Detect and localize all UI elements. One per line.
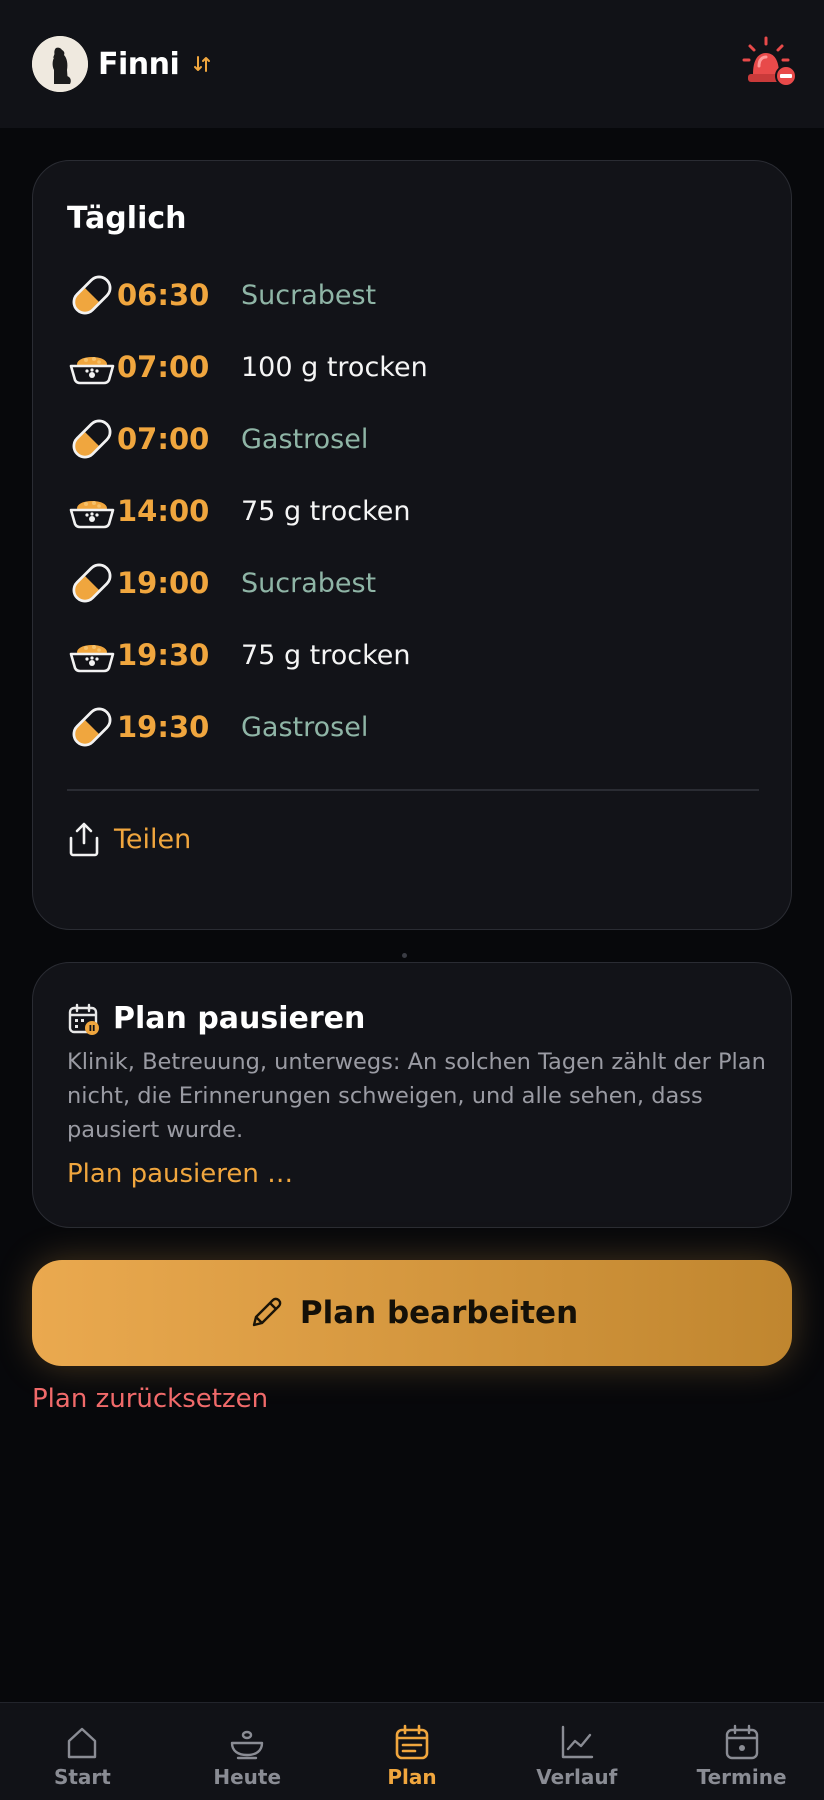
schedule-time: 06:30 [117,278,210,312]
nav-label: Plan [387,1765,437,1789]
nav-label: Termine [696,1765,787,1789]
schedule-label: 100 g trocken [241,351,428,383]
home-icon [68,1727,97,1759]
schedule-time: 19:30 [117,638,210,672]
pause-plan-link[interactable]: Plan pausieren … [67,1159,293,1189]
schedule-time: 19:30 [117,710,210,744]
bowl-icon [230,1730,264,1760]
schedule-label: Sucrabest [241,567,377,599]
edit-plan-button[interactable]: Plan bearbeiten [32,1260,792,1366]
pet-avatar[interactable] [32,36,88,92]
schedule-row[interactable]: 06:30 Sucrabest [67,259,767,331]
pet-name[interactable]: Finni [98,47,180,82]
schedule-row[interactable]: 07:00 Gastrosel [67,403,767,475]
calendar-pause-icon [68,1003,99,1035]
share-button[interactable]: Teilen [67,821,191,857]
pause-title: Plan pausieren [113,1001,366,1036]
share-icon [69,822,99,857]
pill-icon [67,414,117,464]
pill-icon [67,270,117,320]
pause-description: Klinik, Betreuung, unterwegs: An solchen… [67,1049,766,1143]
bottom-navigation: Start Heute Plan Verlauf Termine [0,1702,824,1800]
nav-item-termine[interactable]: Termine [659,1703,824,1800]
share-label: Teilen [114,823,192,855]
pause-header: Plan pausieren [67,1001,365,1036]
nav-item-heute[interactable]: Heute [165,1703,330,1800]
food-bowl-icon [67,630,117,680]
plan-calendar-icon [395,1724,429,1760]
schedule-row[interactable]: 07:00 100 g trocken [67,331,767,403]
schedule-label: 75 g trocken [241,495,411,527]
schedule-time: 07:00 [117,422,210,456]
reset-plan-link[interactable]: Plan zurücksetzen [32,1384,268,1414]
schedule-row[interactable]: 14:00 75 g trocken [67,475,767,547]
divider [67,789,759,791]
chart-icon [561,1725,593,1759]
schedule-time: 14:00 [117,494,210,528]
schedule-label: Sucrabest [241,279,377,311]
scroll-indicator-dot [402,953,407,958]
schedule-time: 07:00 [117,350,210,384]
schedule-list: 06:30 Sucrabest 07:00 100 g trocken 07:00 Gas… [67,259,767,763]
pill-icon [67,702,117,752]
nav-item-start[interactable]: Start [0,1703,165,1800]
nav-label: Verlauf [536,1765,618,1789]
schedule-row[interactable]: 19:00 Sucrabest [67,547,767,619]
nav-item-plan[interactable]: Plan [330,1703,495,1800]
app-root: Finni Täglich 06:30 Sucrabest 07:00 100 g t… [0,0,824,1800]
pill-icon [67,558,117,608]
edit-plan-label: Plan bearbeiten [299,1295,579,1331]
pencil-icon [252,1297,282,1327]
schedule-label: Gastrosel [241,711,369,743]
switch-pet-icon[interactable] [191,53,213,75]
nav-label: Start [53,1765,111,1789]
dog-silhouette-icon [32,36,88,92]
app-header: Finni [0,0,824,128]
nav-label: Heute [213,1765,282,1789]
calendar-icon [725,1724,758,1760]
schedule-label: Gastrosel [241,423,369,455]
pause-plan-card: Plan pausieren Klinik, Betreuung, unterw… [32,962,792,1228]
card-title: Täglich [67,201,187,236]
daily-plan-card: Täglich 06:30 Sucrabest 07:00 100 g trocken… [32,160,792,930]
food-bowl-icon [67,486,117,536]
schedule-label: 75 g trocken [241,639,411,671]
schedule-row[interactable]: 19:30 75 g trocken [67,619,767,691]
schedule-row[interactable]: 19:30 Gastrosel [67,691,767,763]
schedule-time: 19:00 [117,566,210,600]
emergency-siren-icon[interactable] [740,34,802,94]
food-bowl-icon [67,342,117,392]
nav-item-verlauf[interactable]: Verlauf [494,1703,659,1800]
